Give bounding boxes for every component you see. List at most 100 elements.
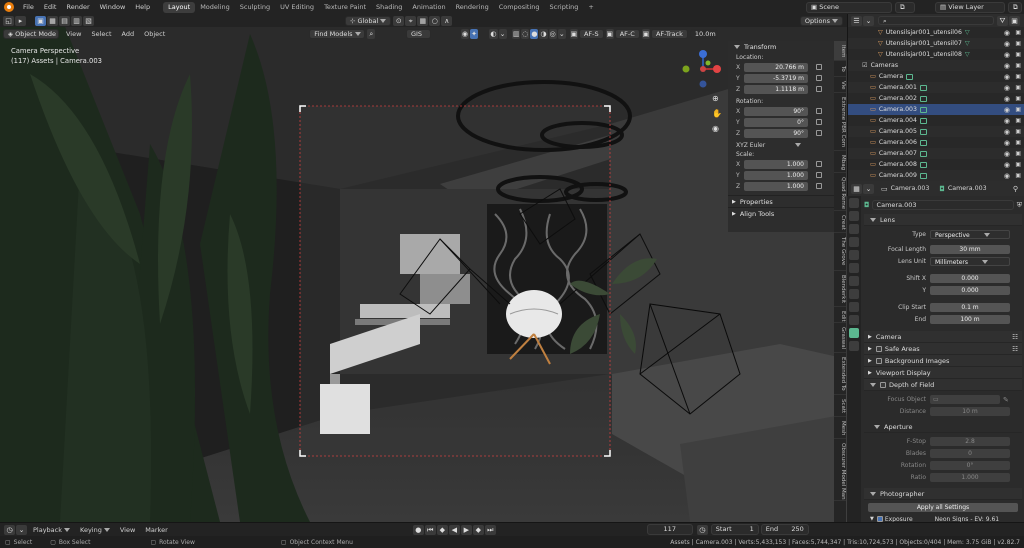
- blades-field[interactable]: 0: [930, 449, 1010, 458]
- object-mode-dropdown[interactable]: ◈ Object Mode: [3, 29, 59, 39]
- tab-scripting[interactable]: Scripting: [545, 2, 584, 13]
- render-visibility-icon[interactable]: ▣: [1015, 62, 1021, 69]
- sidebar-tab-scatt[interactable]: Scatt: [834, 395, 846, 417]
- focus-object-field[interactable]: ▭: [930, 395, 1000, 404]
- background-images-section-header[interactable]: ▶ Background Images: [864, 355, 1022, 367]
- menu-file[interactable]: File: [18, 3, 39, 11]
- tab-animation[interactable]: Animation: [407, 2, 450, 13]
- outliner-item-row[interactable]: ▭ Camera.007 ◉ ▣: [848, 148, 1024, 159]
- view-layer-new-button[interactable]: ⧉: [1008, 1, 1022, 13]
- play-reverse-icon[interactable]: ◀: [448, 524, 460, 535]
- align-tools-header[interactable]: ▶ Align Tools: [728, 207, 834, 219]
- select-box-icon[interactable]: ▣: [35, 15, 46, 26]
- scene-new-button[interactable]: ⧉: [895, 1, 915, 13]
- menu-marker[interactable]: Marker: [140, 526, 172, 534]
- camera-data-field[interactable]: Camera.003: [871, 200, 1014, 210]
- render-visibility-icon[interactable]: ▣: [1015, 29, 1021, 36]
- current-frame-field[interactable]: 117: [646, 524, 693, 535]
- outliner-item-row[interactable]: ▭ Camera.001 ◉ ▣: [848, 82, 1024, 93]
- tab-compositing[interactable]: Compositing: [494, 2, 545, 13]
- render-visibility-icon[interactable]: ▣: [1015, 73, 1021, 80]
- visibility-eye-icon[interactable]: ◉: [1004, 73, 1010, 81]
- menu-view[interactable]: View: [61, 30, 86, 38]
- shading-dropdown-icon[interactable]: ⌄: [557, 29, 566, 39]
- focus-distance-field[interactable]: 10.0m: [689, 29, 718, 39]
- outliner-collection-row[interactable]: ☑ Cameras ◉ ▣: [848, 60, 1024, 71]
- solid-shading-icon[interactable]: ●: [530, 29, 539, 39]
- menu-window[interactable]: Window: [95, 3, 131, 11]
- properties-editor-icon[interactable]: ▦: [851, 183, 862, 194]
- transform-orientation-dropdown[interactable]: ⊹ Global: [345, 15, 392, 26]
- rotation-y-field[interactable]: 0°: [744, 117, 808, 127]
- location-z-field[interactable]: 1.1118 m: [744, 84, 808, 94]
- tab-modeling[interactable]: Modeling: [195, 2, 235, 13]
- render-visibility-icon[interactable]: ▣: [1015, 161, 1021, 168]
- gis-dropdown[interactable]: GIS: [405, 29, 431, 39]
- visibility-eye-icon[interactable]: ◉: [1004, 139, 1010, 147]
- ratio-field[interactable]: 1.000: [930, 473, 1010, 482]
- pin-icon[interactable]: ⚲: [1013, 185, 1018, 193]
- properties-dropdown-icon[interactable]: ⌄: [863, 183, 874, 194]
- visibility-eye-icon[interactable]: ◉: [1004, 51, 1010, 59]
- render-visibility-icon[interactable]: ▣: [1015, 106, 1021, 113]
- find-models-search-icon[interactable]: ⌕: [367, 29, 376, 39]
- world-tab-icon[interactable]: [849, 263, 859, 273]
- pivot-icon[interactable]: ⊙: [393, 15, 405, 26]
- location-x-field[interactable]: 20.766 m: [744, 62, 808, 72]
- visibility-eye-icon[interactable]: ◉: [1004, 161, 1010, 169]
- outliner-item-row[interactable]: ▭ Camera.006 ◉ ▣: [848, 137, 1024, 148]
- overlay-toggle-icon[interactable]: ◐: [489, 29, 498, 39]
- fake-user-shield-icon[interactable]: ⛨: [1017, 201, 1022, 210]
- properties-header[interactable]: ▶ Properties: [728, 195, 834, 207]
- outliner-search-input[interactable]: ⌕: [878, 16, 994, 25]
- tab-sculpting[interactable]: Sculpting: [235, 2, 275, 13]
- render-visibility-icon[interactable]: ▣: [1015, 128, 1021, 135]
- play-icon[interactable]: ▶: [460, 524, 472, 535]
- tool-tab-icon[interactable]: [849, 198, 859, 208]
- render-visibility-icon[interactable]: ▣: [1015, 84, 1021, 91]
- outliner-item-row[interactable]: ▽ Utensilsjar001_utensil06 ▽ ◉ ▣: [848, 27, 1024, 38]
- lens-section-header[interactable]: Lens: [864, 214, 1022, 226]
- outliner-item-row[interactable]: ▭ Camera ◉ ▣: [848, 71, 1024, 82]
- sidebar-tab-vie[interactable]: Vie: [834, 77, 846, 93]
- modifier-tab-icon[interactable]: [849, 289, 859, 299]
- menu-object[interactable]: Object: [139, 30, 170, 38]
- lock-icon[interactable]: [816, 64, 822, 70]
- scene-tab-icon[interactable]: [849, 250, 859, 260]
- tab-uv-editing[interactable]: UV Editing: [275, 2, 319, 13]
- photographer-section-header[interactable]: Photographer: [864, 488, 1022, 500]
- zoom-icon[interactable]: ⊕: [712, 94, 722, 104]
- af-track-button[interactable]: AF-Track: [650, 29, 688, 39]
- render-visibility-icon[interactable]: ▣: [1015, 117, 1021, 124]
- snap-target-icon[interactable]: ▦: [417, 15, 429, 26]
- start-frame-field[interactable]: Start 1: [710, 524, 759, 535]
- sidebar-tab-blenderkit[interactable]: Blenderkit: [834, 271, 846, 307]
- viewport-display-section-header[interactable]: ▶ Viewport Display: [864, 367, 1022, 379]
- end-frame-field[interactable]: End 250: [760, 524, 809, 535]
- scale-z-field[interactable]: 1.000: [744, 181, 808, 191]
- lock-icon[interactable]: [816, 86, 822, 92]
- outliner-funnel-icon[interactable]: ⛛: [997, 15, 1008, 26]
- tab-layout[interactable]: Layout: [163, 1, 196, 13]
- jump-end-icon[interactable]: ⏭: [484, 524, 496, 535]
- constraints-tab-icon[interactable]: [849, 315, 859, 325]
- sidebar-tab-creat[interactable]: Creat: [834, 211, 846, 233]
- visibility-eye-icon[interactable]: ◉: [1004, 117, 1010, 125]
- list-icon[interactable]: ☷: [1012, 333, 1018, 341]
- sidebar-tab-model-manager[interactable]: Obscurer Model Manag: [834, 439, 846, 501]
- preview-range-icon[interactable]: ◷: [696, 524, 708, 535]
- render-visibility-icon[interactable]: ▣: [1015, 51, 1021, 58]
- menu-edit[interactable]: Edit: [39, 3, 62, 11]
- lock-icon[interactable]: [816, 75, 822, 81]
- outliner-filter-icon[interactable]: ⌄: [863, 15, 874, 26]
- rotation-mode-dropdown[interactable]: XYZ Euler: [728, 141, 834, 150]
- pan-hand-icon[interactable]: ✋: [712, 109, 722, 119]
- outliner-item-row[interactable]: ▽ Utensilsjar001_utensil07 ▽ ◉ ▣: [848, 38, 1024, 49]
- render-visibility-icon[interactable]: ▣: [1015, 150, 1021, 157]
- outliner-item-row[interactable]: ▭ Camera.008 ◉ ▣: [848, 159, 1024, 170]
- material-shading-icon[interactable]: ◑: [539, 29, 548, 39]
- tab-shading[interactable]: Shading: [371, 2, 407, 13]
- lens-unit-dropdown[interactable]: Millimeters: [930, 257, 1010, 266]
- tab-rendering[interactable]: Rendering: [451, 2, 494, 13]
- visibility-eye-icon[interactable]: ◉: [1004, 106, 1010, 114]
